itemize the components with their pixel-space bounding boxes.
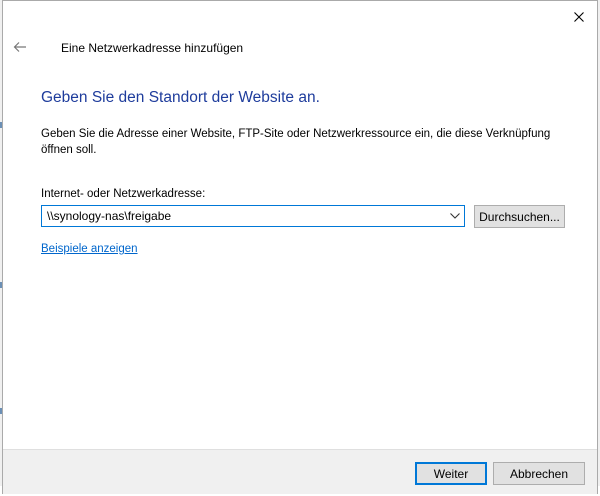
description-text: Geben Sie die Adresse einer Website, FTP…: [41, 128, 551, 156]
add-network-location-dialog: Eine Netzwerkadresse hinzufügen Geben Si…: [2, 0, 598, 494]
page-heading: Geben Sie den Standort der Website an.: [41, 89, 320, 106]
close-icon: [574, 12, 584, 22]
address-input[interactable]: [42, 206, 442, 226]
wizard-title: Eine Netzwerkadresse hinzufügen: [61, 41, 244, 55]
address-dropdown-button[interactable]: [448, 209, 462, 223]
back-arrow-icon: [13, 42, 26, 52]
chevron-down-icon: [450, 213, 460, 219]
address-label: Internet- oder Netzwerkadresse:: [41, 188, 206, 200]
dialog-footer: Weiter Abbrechen: [3, 449, 597, 494]
show-examples-link[interactable]: Beispiele anzeigen: [41, 243, 138, 255]
next-button[interactable]: Weiter: [415, 462, 487, 485]
cancel-button[interactable]: Abbrechen: [493, 462, 585, 485]
browse-button[interactable]: Durchsuchen...: [474, 205, 565, 228]
back-button[interactable]: [11, 38, 29, 56]
close-button[interactable]: [569, 7, 589, 27]
address-combobox[interactable]: [41, 205, 465, 227]
